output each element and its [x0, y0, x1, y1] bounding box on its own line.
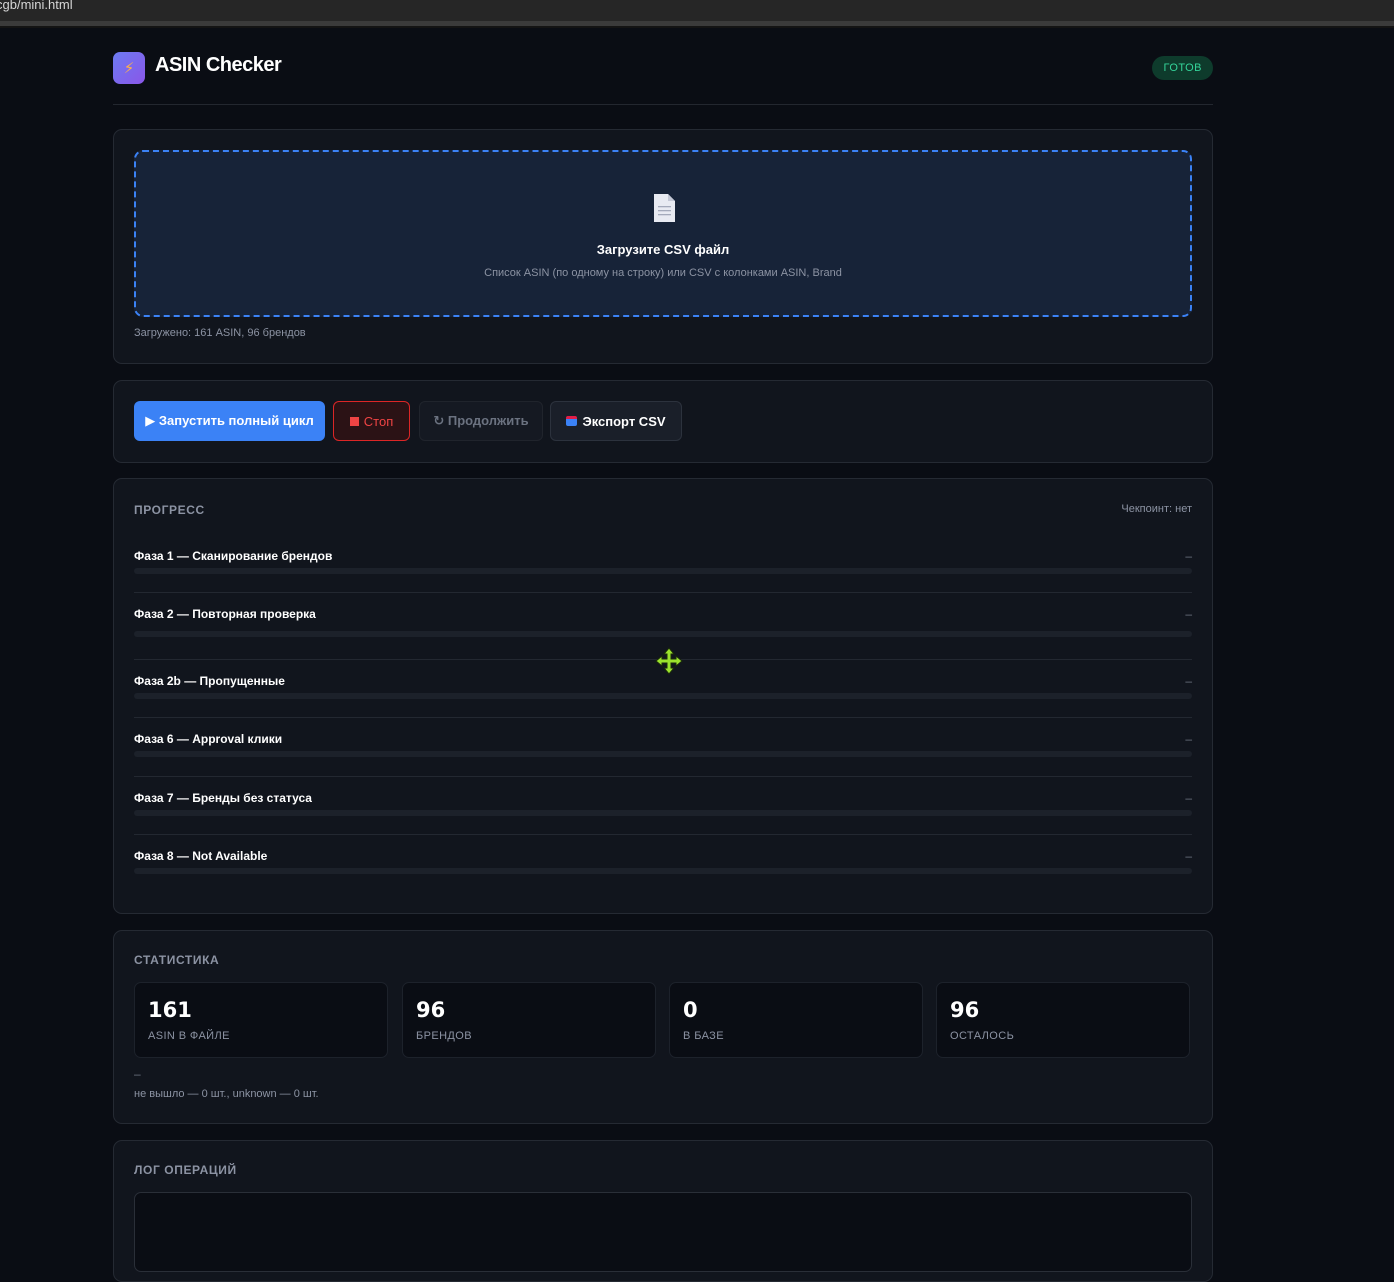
stop-label: Стоп	[363, 413, 394, 429]
divider	[134, 717, 1192, 718]
stat-remaining: 96 ОСТАЛОСЬ	[936, 982, 1190, 1058]
phase-name: Фаза 2 — Повторная проверка	[134, 607, 316, 621]
loaded-info: Загружено: 161 ASIN, 96 брендов	[134, 327, 306, 339]
stop-button[interactable]: Стоп	[333, 401, 410, 441]
run-full-cycle-button[interactable]: ▶ Запустить полный цикл	[134, 401, 325, 441]
app-title: ASIN Checker	[155, 54, 282, 76]
log-card: ЛОГ ОПЕРАЦИЙ	[113, 1140, 1213, 1282]
phase-name: Фаза 1 — Сканирование брендов	[134, 549, 333, 563]
phase-value: –	[1185, 849, 1192, 863]
resume-label: ↻ Продолжить	[433, 413, 529, 428]
stats-title: СТАТИСТИКА	[134, 953, 220, 967]
move-cursor-icon	[655, 647, 683, 675]
stat-value: 0	[683, 998, 698, 1022]
phase-progress-bar	[134, 868, 1192, 874]
divider	[134, 834, 1192, 835]
upload-card: Загрузите CSV файл Список ASIN (по одном…	[113, 129, 1213, 364]
upload-hint: Список ASIN (по одному на строку) или CS…	[484, 267, 842, 279]
stats-dash: –	[134, 1067, 141, 1081]
csv-dropzone[interactable]: Загрузите CSV файл Список ASIN (по одном…	[134, 150, 1192, 317]
progress-card: ПРОГРЕСС Чекпоинт: нет Фаза 1 — Сканиров…	[113, 478, 1213, 914]
phase-value: –	[1185, 674, 1192, 688]
phase-name: Фаза 2b — Пропущенные	[134, 674, 285, 688]
stat-brands: 96 БРЕНДОВ	[402, 982, 656, 1058]
phase-progress-bar	[134, 751, 1192, 757]
stat-label: ОСТАЛОСЬ	[950, 1030, 1015, 1042]
inbox-tray-icon	[566, 416, 578, 426]
document-icon	[654, 194, 675, 222]
phase-name: Фаза 7 — Бренды без статуса	[134, 791, 312, 805]
url-text: cgb/mini.html	[0, 0, 73, 12]
phase-progress-bar	[134, 693, 1192, 699]
stat-label: В БАЗЕ	[683, 1030, 724, 1042]
run-label: ▶ Запустить полный цикл	[145, 413, 314, 428]
divider	[134, 776, 1192, 777]
resume-button[interactable]: ↻ Продолжить	[419, 401, 543, 441]
app-container: ⚡ ASIN Checker ГОТОВ Загрузите CSV файл …	[113, 28, 1213, 1282]
stat-value: 161	[148, 998, 192, 1022]
log-output[interactable]	[134, 1192, 1192, 1272]
status-badge: ГОТОВ	[1152, 56, 1213, 80]
stat-label: ASIN В ФАЙЛЕ	[148, 1030, 230, 1042]
phase-name: Фаза 8 — Not Available	[134, 849, 268, 863]
stat-label: БРЕНДОВ	[416, 1030, 472, 1042]
phase-progress-bar	[134, 810, 1192, 816]
app-header: ⚡ ASIN Checker ГОТОВ	[113, 28, 1213, 105]
stats-note: не вышло — 0 шт., unknown — 0 шт.	[134, 1088, 319, 1100]
stat-in-db: 0 В БАЗЕ	[669, 982, 923, 1058]
browser-address-bar[interactable]: cgb/mini.html	[0, 0, 1394, 21]
phase-progress-bar	[134, 568, 1192, 574]
stats-card: СТАТИСТИКА 161 ASIN В ФАЙЛЕ 96 БРЕНДОВ 0…	[113, 930, 1213, 1124]
phase-value: –	[1185, 549, 1192, 563]
lightning-icon: ⚡	[113, 52, 145, 84]
stat-value: 96	[416, 998, 446, 1022]
upload-title: Загрузите CSV файл	[596, 242, 730, 257]
progress-title: ПРОГРЕСС	[134, 503, 205, 517]
phase-progress-bar	[134, 631, 1192, 637]
stop-icon	[349, 416, 359, 426]
phase-value: –	[1185, 732, 1192, 746]
stat-value: 96	[950, 998, 980, 1022]
log-title: ЛОГ ОПЕРАЦИЙ	[134, 1163, 237, 1177]
export-csv-button[interactable]: Экспорт CSV	[550, 401, 682, 441]
stat-asin-in-file: 161 ASIN В ФАЙЛЕ	[134, 982, 388, 1058]
checkpoint-status: Чекпоинт: нет	[1121, 503, 1192, 515]
phase-name: Фаза 6 — Approval клики	[134, 732, 283, 746]
actions-card: ▶ Запустить полный цикл Стоп ↻ Продолжит…	[113, 380, 1213, 463]
phase-value: –	[1185, 791, 1192, 805]
export-label: Экспорт CSV	[582, 413, 666, 429]
divider	[134, 592, 1192, 593]
phase-value: –	[1185, 607, 1192, 621]
